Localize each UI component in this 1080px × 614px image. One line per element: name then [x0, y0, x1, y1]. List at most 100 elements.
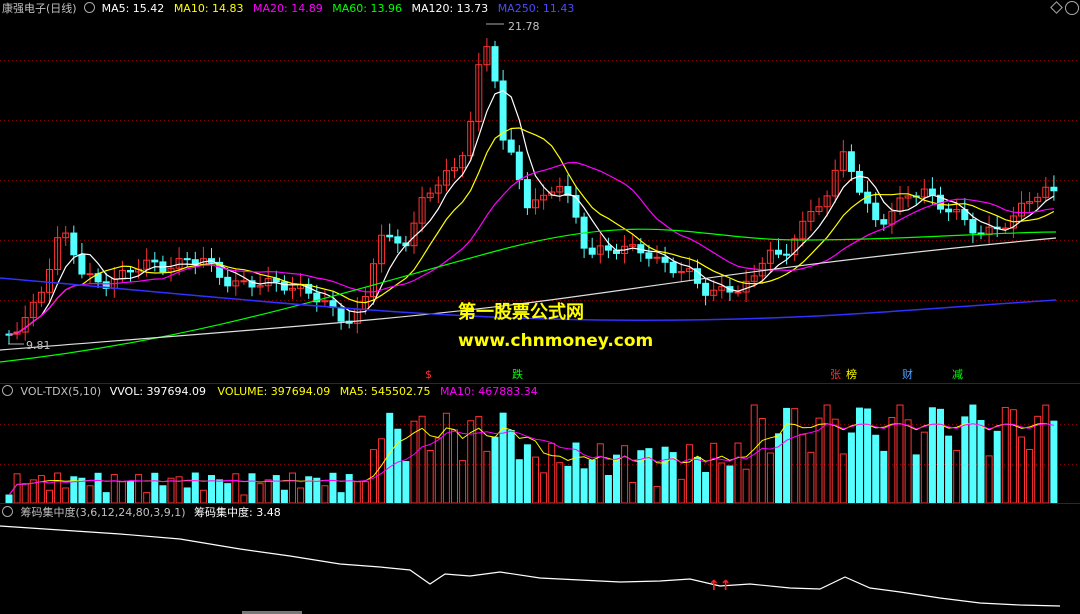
volume-bar: [13, 473, 21, 503]
candle-body: [507, 139, 515, 153]
candle-body: [872, 202, 880, 221]
volume-bar: [345, 474, 353, 503]
volume-bar: [734, 442, 742, 503]
indicator-toggle-icon[interactable]: [2, 506, 13, 517]
volume-bar: [766, 452, 774, 503]
ma250-label: MA250: 11.43: [497, 2, 575, 15]
volume-bar: [896, 404, 904, 503]
volume-bar: [37, 475, 45, 503]
volume-bar: [21, 483, 29, 503]
volume-bar: [856, 407, 863, 503]
volume-bar: [985, 455, 993, 503]
volume-title: VOL-TDX(5,10): [20, 385, 102, 398]
volume-bar: [726, 465, 734, 503]
indicator-header: 筹码集中度(3,6,12,24,80,3,9,1) 筹码集中度: 3.48: [2, 506, 281, 519]
volume-bar: [540, 472, 548, 503]
volume-bar: [548, 442, 556, 503]
candle-body: [127, 269, 134, 273]
volume-bar: [1026, 448, 1034, 503]
volume-bar: [86, 485, 94, 503]
volume-bar: [742, 468, 750, 503]
volume-bar: [297, 487, 305, 503]
marker-bang[interactable]: 榜: [846, 368, 857, 381]
candle-body: [847, 151, 855, 172]
volume-bar: [62, 487, 70, 503]
volume-bar: [426, 449, 434, 503]
candle-body: [515, 151, 523, 181]
volume-bar: [604, 475, 612, 503]
volume-bar: [694, 456, 701, 503]
volume-bar: [361, 481, 369, 503]
volume-bar: [961, 416, 969, 503]
marker-cai[interactable]: 财: [902, 368, 913, 381]
candle-body: [386, 234, 394, 238]
candle-body: [669, 261, 677, 274]
candle-body: [572, 194, 580, 218]
marker-fall[interactable]: 跌: [512, 368, 523, 381]
volume-bar: [993, 430, 1001, 503]
vol-ma5-label: MA5: 545502.75: [339, 385, 431, 398]
volume-bar: [831, 418, 839, 503]
volume-bar: [272, 475, 280, 503]
candle-body: [183, 258, 191, 261]
vvol-label: VVOL: 397694.09: [109, 385, 207, 398]
volume-bar: [208, 475, 215, 503]
volume-bar: [596, 443, 604, 503]
volume-bar: [928, 407, 936, 503]
candle-body: [86, 273, 94, 276]
volume-bar: [386, 412, 394, 503]
volume-bar: [240, 494, 248, 503]
volume-bar: [758, 418, 766, 503]
volume-bar: [102, 492, 110, 503]
volume-bar: [289, 472, 296, 503]
volume-bar: [1050, 420, 1058, 503]
volume-chart[interactable]: [0, 384, 1080, 503]
volume-bar: [823, 404, 831, 503]
concentration-chart[interactable]: [0, 504, 1080, 614]
candle-body: [604, 245, 612, 251]
marker-zhang[interactable]: 张: [830, 368, 841, 381]
vol-ma10-label: MA10: 467883.34: [439, 385, 538, 398]
volume-bar: [661, 446, 669, 503]
volume-bar: [378, 438, 386, 503]
volume-bar: [1042, 404, 1050, 503]
toggle-icon[interactable]: [84, 2, 96, 13]
volume-bar: [167, 477, 175, 503]
volume-bar: [775, 433, 782, 503]
price-header: 康强电子(日线) MA5: 15.42 MA10: 14.83 MA20: 14…: [2, 2, 574, 15]
price-panel[interactable]: [0, 0, 1080, 383]
ma60-label: MA60: 13.96: [332, 2, 402, 15]
candlestick-chart[interactable]: [0, 0, 1080, 383]
volume-bar: [507, 430, 515, 503]
volume-bar: [702, 471, 710, 503]
candle-body: [856, 170, 863, 193]
indicator-panel[interactable]: [0, 504, 1080, 614]
marker-dollar[interactable]: $: [425, 368, 432, 381]
volume-bar: [199, 489, 207, 503]
volume-panel[interactable]: [0, 384, 1080, 503]
candle-body: [394, 236, 402, 244]
candle-body: [588, 247, 596, 255]
volume-bar: [888, 417, 896, 503]
volume-bar: [969, 404, 977, 503]
volume-toggle-icon[interactable]: [2, 385, 13, 396]
close-icon[interactable]: [1065, 1, 1079, 15]
volume-bar: [807, 451, 815, 503]
volume-bar: [110, 474, 118, 503]
volume-bar: [791, 408, 799, 503]
watermark-url: www.chnmoney.com: [458, 331, 654, 351]
volume-bar: [442, 412, 450, 503]
volume-bar: [532, 456, 539, 503]
volume-bar: [483, 450, 491, 503]
signal-arrows[interactable]: ↑↑: [708, 578, 731, 594]
volume-bar: [572, 442, 580, 503]
ma120-label: MA120: 13.73: [411, 2, 489, 15]
candle-body: [969, 219, 977, 234]
marker-jian[interactable]: 减: [952, 368, 963, 381]
volume-bar: [256, 483, 264, 503]
candle-body: [491, 46, 499, 82]
ma20-label: MA20: 14.89: [253, 2, 323, 15]
volume-bar: [920, 431, 928, 503]
volume-bar: [937, 408, 944, 503]
volume-bar: [588, 459, 596, 503]
